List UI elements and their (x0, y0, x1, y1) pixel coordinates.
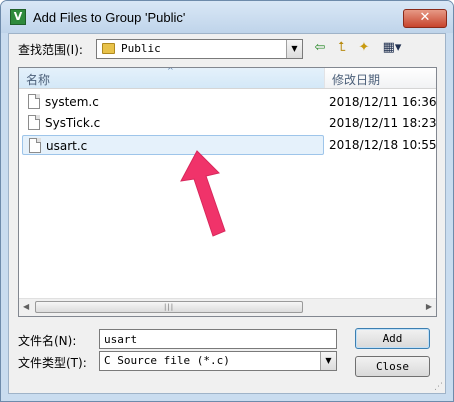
annotation-arrow-icon (180, 150, 226, 237)
add-files-dialog: V Add Files to Group 'Public' ✕ 查找范围(I):… (0, 0, 454, 402)
